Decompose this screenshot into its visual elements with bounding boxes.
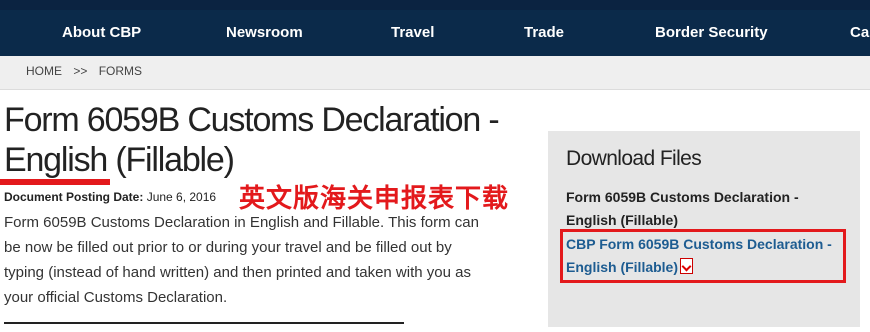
page-title: Form 6059B Customs Declaration - English…	[4, 101, 500, 179]
nav-travel[interactable]: Travel	[391, 10, 434, 56]
posting-date: Document Posting Date: June 6, 2016	[4, 190, 216, 204]
file-title: Form 6059B Customs Declaration - English…	[566, 189, 799, 228]
posting-date-value: June 6, 2016	[146, 190, 217, 204]
breadcrumb-bar: HOME >> FORMS	[0, 56, 870, 90]
file-download-link[interactable]: CBP Form 6059B Customs Declaration - Eng…	[566, 233, 836, 279]
nav-about-cbp[interactable]: About CBP	[62, 10, 141, 56]
breadcrumb: HOME >> FORMS	[26, 56, 150, 89]
nav-newsroom[interactable]: Newsroom	[226, 10, 303, 56]
breadcrumb-current: FORMS	[98, 64, 143, 78]
nav-trade[interactable]: Trade	[524, 10, 564, 56]
divider	[4, 322, 404, 324]
file-link-text[interactable]: CBP Form 6059B Customs Declaration - Eng…	[566, 236, 832, 275]
nav-border-security[interactable]: Border Security	[655, 10, 768, 56]
main-nav: About CBP Newsroom Travel Trade Border S…	[0, 10, 870, 56]
top-strip	[0, 0, 870, 10]
download-files-heading: Download Files	[566, 147, 702, 170]
description-text: Form 6059B Customs Declaration in Englis…	[4, 214, 479, 306]
red-underline-mark	[0, 179, 110, 185]
breadcrumb-home[interactable]: HOME	[26, 64, 62, 78]
download-files-panel: Download Files Form 6059B Customs Declar…	[548, 131, 860, 327]
posting-date-label: Document Posting Date:	[4, 190, 144, 204]
nav-careers[interactable]: Car	[850, 10, 870, 56]
pdf-icon[interactable]	[680, 258, 694, 274]
breadcrumb-separator: >>	[73, 64, 88, 78]
